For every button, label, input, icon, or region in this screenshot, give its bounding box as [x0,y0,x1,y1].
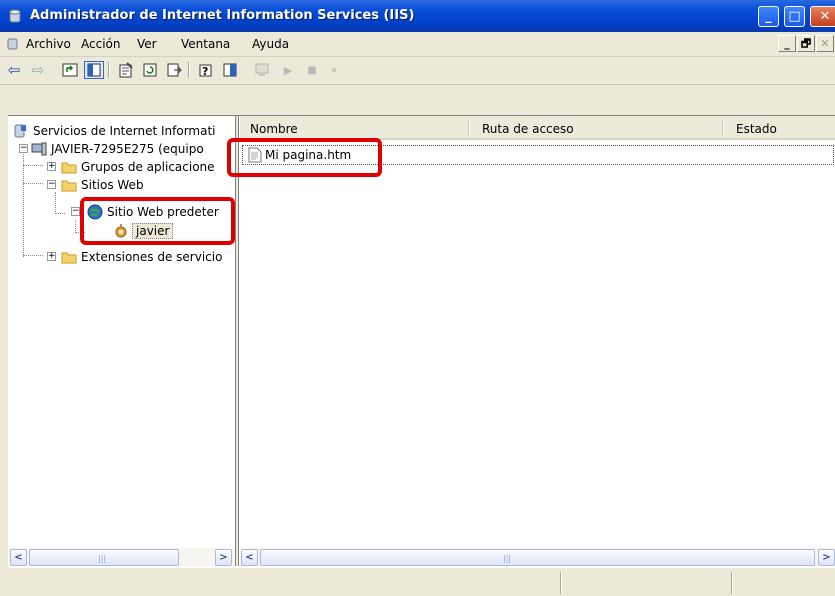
mdi-close-button[interactable]: ✕ [816,35,834,52]
title-bar[interactable]: Administrador de Internet Information Se… [0,0,835,32]
refresh-icon [143,63,157,77]
tree-item-computer[interactable]: − JAVIER-7295E275 (equipo [9,140,235,158]
iis-app-icon [9,9,21,23]
expand-toggle[interactable]: + [47,252,56,261]
pause-button[interactable]: ⏸ [324,61,344,79]
properties-button[interactable] [116,61,136,79]
stop-button[interactable]: ■ [302,61,322,79]
menu-ventana[interactable]: Ventana [181,37,230,51]
tree-item-websites[interactable]: − Sitios Web [9,176,235,194]
folder-up-icon [62,63,78,77]
stop-icon: ■ [307,64,317,76]
list-hscrollbar[interactable]: < ||| > [240,547,835,566]
pause-icon: ⏸ [331,64,337,76]
start-button[interactable]: ▶ [278,61,298,79]
column-estado[interactable]: Estado [736,122,777,136]
up-level-button[interactable] [60,61,80,79]
scroll-thumb[interactable]: ||| [260,549,815,566]
action-pane-button[interactable] [220,61,240,79]
minimize-button[interactable]: _ [758,6,779,27]
folder-icon [61,162,77,174]
forward-button[interactable]: ⇨ [28,61,48,79]
scroll-right-button[interactable]: > [215,549,232,566]
collapse-toggle[interactable]: − [47,180,56,189]
menu-accion[interactable]: Acción [81,37,120,51]
help-button[interactable]: ? [196,61,216,79]
tree-item-app-pools[interactable]: + Grupos de aplicacione [9,158,235,176]
status-bar [8,567,835,596]
export-list-button[interactable] [164,61,184,79]
properties-icon [119,62,133,78]
expand-toggle[interactable]: + [47,162,56,171]
refresh-button[interactable] [140,61,160,79]
iis-window: Administrador de Internet Information Se… [0,0,835,596]
menu-archivo[interactable]: Archivo [26,37,71,51]
action-pane-icon [223,63,237,77]
export-icon [167,63,182,77]
list-header: Nombre Ruta de acceso Estado [240,116,835,140]
folder-icon [61,180,77,192]
mdi-restore-button[interactable]: 🗗 [797,35,815,52]
column-ruta[interactable]: Ruta de acceso [482,122,574,136]
server-icon [31,142,47,156]
tree-label: Grupos de aplicacione [81,160,215,174]
pane-splitter[interactable] [235,116,239,566]
collapse-toggle[interactable]: − [19,144,28,153]
help-icon: ? [199,64,212,78]
tree-item-root[interactable]: Servicios de Internet Informati [9,122,235,140]
tree-label: Sitios Web [81,178,144,192]
computer-icon [255,63,269,76]
menu-ver[interactable]: Ver [137,37,157,51]
show-tree-button[interactable] [84,61,104,79]
forward-arrow-icon: ⇨ [31,61,45,79]
tree-label: Extensiones de servicio [81,250,223,264]
computer-button[interactable] [252,61,272,79]
collapse-toggle[interactable]: − [71,207,80,216]
tree-item-extensions[interactable]: + Extensiones de servicio [9,248,235,266]
back-arrow-icon: ⇦ [7,61,21,79]
tree-label: JAVIER-7295E275 (equipo [51,142,204,156]
results-list: Nombre Ruta de acceso Estado Mi pagina.h… [240,116,835,544]
mmc-icon[interactable] [6,37,20,51]
svg-text:?: ? [202,65,208,78]
tree-label: Servicios de Internet Informati [33,124,216,138]
scroll-right-button[interactable]: > [818,549,835,566]
toolbar: ⇦ ⇨ ? ▶ ■ ⏸ [0,57,835,85]
scroll-thumb[interactable]: ||| [29,549,179,566]
folder-icon [61,252,77,264]
iis-icon [14,124,26,138]
window-title: Administrador de Internet Information Se… [30,8,415,23]
scroll-left-button[interactable]: < [10,549,27,566]
console-tree-icon [87,63,101,77]
console-tree: Servicios de Internet Informati − JAVIER… [9,116,235,544]
scroll-left-button[interactable]: < [241,549,258,566]
highlight-site [80,197,235,245]
mdi-minimize-button[interactable]: _ [778,35,796,52]
menu-ayuda[interactable]: Ayuda [252,37,289,51]
play-icon: ▶ [283,63,293,77]
highlight-file [227,138,382,177]
column-nombre[interactable]: Nombre [250,122,298,136]
close-button[interactable]: ✕ [810,6,835,27]
maximize-button[interactable]: □ [784,6,805,27]
back-button[interactable]: ⇦ [4,61,24,79]
menu-bar: Archivo Acción Ver Ventana Ayuda _ 🗗 ✕ [0,32,835,57]
tree-hscrollbar[interactable]: < ||| > [9,547,235,566]
